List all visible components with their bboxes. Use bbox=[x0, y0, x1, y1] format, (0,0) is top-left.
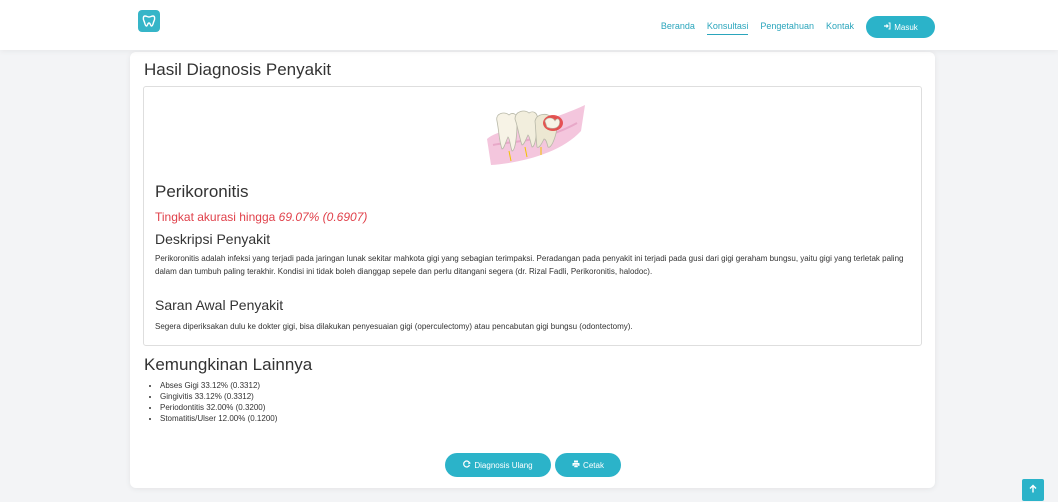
list-item: Gingivitis 33.12% (0.3312) bbox=[160, 391, 277, 402]
print-icon bbox=[572, 460, 580, 470]
nav-link-pengetahuan[interactable]: Pengetahuan bbox=[760, 21, 814, 35]
masuk-label: Masuk bbox=[894, 22, 918, 32]
description-heading: Deskripsi Penyakit bbox=[155, 231, 271, 247]
nav-link-beranda[interactable]: Beranda bbox=[661, 21, 695, 35]
refresh-icon bbox=[463, 460, 472, 470]
nav-link-kontak[interactable]: Kontak bbox=[826, 21, 854, 35]
list-item: Abses Gigi 33.12% (0.3312) bbox=[160, 380, 277, 391]
description-text: Perikoronitis adalah infeksi yang terjad… bbox=[155, 254, 904, 276]
accuracy-value: 69.07% (0.6907) bbox=[278, 210, 368, 224]
sign-in-icon bbox=[883, 22, 891, 32]
arrow-up-icon bbox=[1028, 481, 1038, 499]
diagnosis-again-button[interactable]: Diagnosis Ulang bbox=[445, 453, 551, 477]
scroll-top-button[interactable] bbox=[1022, 479, 1044, 501]
masuk-button[interactable]: Masuk bbox=[866, 16, 935, 38]
accuracy-prefix: Tingkat akurasi hingga bbox=[155, 210, 276, 224]
disease-name: Perikoronitis bbox=[155, 182, 249, 201]
tooth-icon[interactable] bbox=[138, 10, 160, 32]
print-label: Cetak bbox=[583, 460, 604, 470]
other-possibilities-heading: Kemungkinan Lainnya bbox=[144, 355, 313, 374]
page-title: Hasil Diagnosis Penyakit bbox=[144, 60, 332, 79]
other-possibilities-list: Abses Gigi 33.12% (0.3312) Gingivitis 33… bbox=[148, 380, 277, 424]
list-item: Periodontitis 32.00% (0.3200) bbox=[160, 402, 277, 413]
print-button[interactable]: Cetak bbox=[555, 453, 621, 477]
accuracy-text: Tingkat akurasi hingga 69.07% (0.6907) bbox=[155, 210, 367, 224]
tooth-illustration bbox=[487, 105, 585, 165]
navbar: Beranda Konsultasi Pengetahuan Kontak Ma… bbox=[0, 0, 1058, 50]
diagnosis-result-box: Perikoronitis Tingkat akurasi hingga 69.… bbox=[143, 86, 922, 346]
advice-text: Segera diperiksakan dulu ke dokter gigi,… bbox=[155, 322, 633, 331]
nav-link-konsultasi[interactable]: Konsultasi bbox=[706, 21, 749, 35]
list-item: Stomatitis/Ulser 12.00% (0.1200) bbox=[160, 413, 277, 424]
nav-links: Beranda Konsultasi Pengetahuan Kontak bbox=[661, 21, 854, 35]
result-card: Hasil Diagnosis Penyakit Perikoronitis T… bbox=[130, 52, 935, 488]
advice-heading: Saran Awal Penyakit bbox=[155, 297, 284, 313]
diagnosis-again-label: Diagnosis Ulang bbox=[474, 460, 533, 470]
action-buttons: Diagnosis Ulang Cetak bbox=[445, 453, 621, 477]
